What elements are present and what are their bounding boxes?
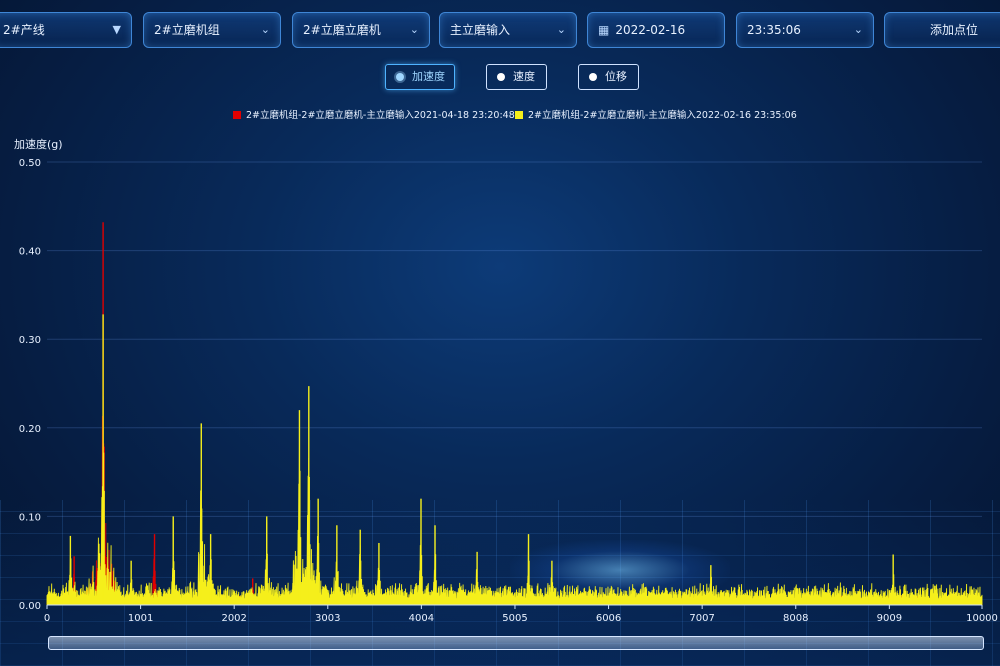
x-tick-label: 2002 [221,613,246,624]
y-tick-label: 0.00 [19,601,41,612]
mode-radio-velocity[interactable]: 速度 [486,64,547,90]
line-select[interactable]: 2#产线 ▼ [0,12,132,48]
point-select[interactable]: 主立磨输入 ⌄ [439,12,577,48]
chevron-down-icon: ⌄ [260,23,270,36]
legend-label-series2: 2#立磨机组-2#立磨立磨机-主立磨输入2022-02-16 23:35:06 [528,110,797,121]
mode-radio-velocity-label: 速度 [513,70,535,83]
x-tick-label: 4004 [409,613,434,624]
x-tick-label: 3003 [315,613,340,624]
x-tick-label: 9009 [877,613,902,624]
y-tick-label: 0.40 [19,247,41,258]
mode-selector: 加速度 速度 位移 [0,64,1000,92]
x-tick-label: 6006 [596,613,621,624]
chart-axes: 0.00 0.10 0.20 0.30 0.40 0.50 0 1001 2002 3003 400… [19,158,998,624]
date-picker-value: 2022-02-16 [615,23,686,37]
x-tick-label: 5005 [502,613,527,624]
chevron-down-icon: ⌄ [556,23,566,36]
radio-dot-icon [396,73,404,81]
series-yellow-plot [46,314,983,606]
date-picker[interactable]: ▦ 2022-02-16 [587,12,725,48]
machine-select-value: 2#立磨立磨机 [303,23,381,37]
dropdown-arrow-icon: ▼ [112,23,121,36]
series-red-plot [46,222,983,606]
mode-radio-displacement[interactable]: 位移 [578,64,639,90]
x-tick-label: 1001 [128,613,153,624]
machine-select[interactable]: 2#立磨立磨机 ⌄ [292,12,430,48]
y-tick-label: 0.10 [19,512,41,523]
radio-dot-icon [497,73,505,81]
x-tick-label: 7007 [689,613,714,624]
chart-grid [47,161,982,606]
radio-dot-icon [589,73,597,81]
unit-group-select-value: 2#立磨机组 [154,23,220,37]
calendar-icon: ▦ [598,23,610,37]
legend-item-series2[interactable]: 2#立磨机组-2#立磨立磨机-主立磨输入2022-02-16 23:35:06 [515,107,797,121]
chevron-down-icon: ⌄ [409,23,419,36]
chart-zoom-scrollbar[interactable] [48,636,984,650]
unit-group-select[interactable]: 2#立磨机组 ⌄ [143,12,281,48]
legend-swatch-red [233,111,241,119]
acceleration-chart: 0.00 0.10 0.20 0.30 0.40 0.50 0 1001 2002 3003 400… [19,158,998,624]
y-tick-label: 0.30 [19,335,41,346]
line-select-value: 2#产线 [3,23,45,37]
x-tick-label: 10000 [966,613,998,624]
series-red-line [46,393,983,606]
legend-item-series1[interactable]: 2#立磨机组-2#立磨立磨机-主立磨输入2021-04-18 23:20:48 [233,107,515,121]
mode-radio-displacement-label: 位移 [605,70,627,83]
time-select[interactable]: 23:35:06 ⌄ [736,12,874,48]
add-point-button[interactable]: 添加点位 [884,12,1000,48]
mode-radio-accel[interactable]: 加速度 [385,64,455,90]
time-select-value: 23:35:06 [747,23,801,37]
x-tick-label: 8008 [783,613,808,624]
toolbar: 2#产线 ▼ 2#立磨机组 ⌄ 2#立磨立磨机 ⌄ 主立磨输入 ⌄ ▦ 2022-… [0,0,1000,60]
y-tick-label: 0.50 [19,158,41,169]
legend-swatch-yellow [515,111,523,119]
chart-legend: 2#立磨机组-2#立磨立磨机-主立磨输入2021-04-18 23:20:48 … [0,107,1000,123]
x-tick-label: 0 [44,613,50,624]
add-point-button-label: 添加点位 [929,23,978,37]
mode-radio-accel-label: 加速度 [412,70,445,83]
y-tick-label: 0.20 [19,424,41,435]
chevron-down-icon: ⌄ [853,23,863,36]
legend-label-series1: 2#立磨机组-2#立磨立磨机-主立磨输入2021-04-18 23:20:48 [246,110,515,121]
point-select-value: 主立磨输入 [450,23,511,37]
